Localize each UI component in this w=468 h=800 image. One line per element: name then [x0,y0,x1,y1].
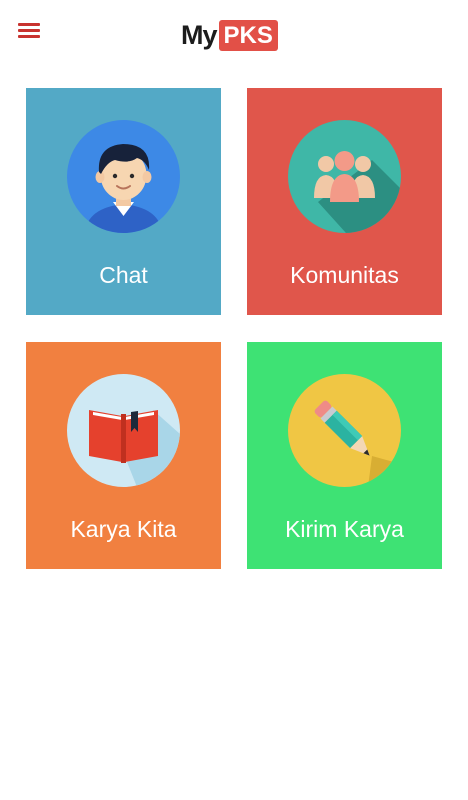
tile-label-chat: Chat [99,262,148,288]
kirim-karya-tile[interactable]: Kirim Karya [247,342,442,569]
logo-my-text: My [181,19,218,50]
logo-pks-badge: PKS [218,19,278,51]
pencil-icon [288,374,401,487]
tile-label-kirim-karya: Kirim Karya [285,516,404,542]
book-icon [67,374,180,487]
community-group-icon [288,120,401,233]
app-logo: My PKS [181,18,278,52]
tile-label-komunitas: Komunitas [290,262,399,288]
hamburger-menu-icon[interactable] [14,18,46,46]
komunitas-tile[interactable]: Komunitas [247,88,442,315]
karya-kita-tile[interactable]: Karya Kita [26,342,221,569]
user-avatar-icon [67,120,180,233]
tile-label-karya-kita: Karya Kita [70,516,177,542]
chat-tile[interactable]: Chat [26,88,221,315]
app-header: My PKS [0,0,468,70]
